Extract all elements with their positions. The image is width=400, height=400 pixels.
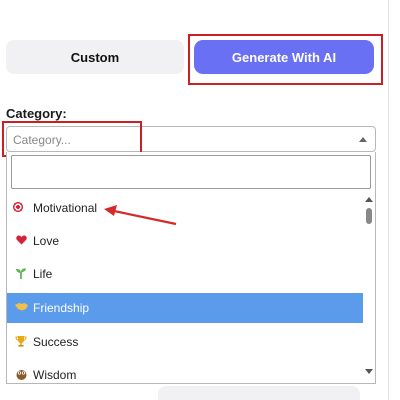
scrollbar-thumb[interactable] — [366, 208, 372, 224]
option-label: Motivational — [33, 201, 98, 215]
option-label: Success — [33, 335, 79, 349]
trophy-icon — [11, 335, 31, 350]
tab-custom[interactable]: Custom — [6, 40, 184, 74]
target-icon-glyph — [12, 201, 24, 213]
option-love[interactable]: Love — [7, 226, 363, 256]
option-label: Love — [33, 234, 60, 248]
option-label: Friendship — [33, 301, 90, 315]
option-friendship[interactable]: Friendship — [7, 293, 363, 323]
scroll-down-icon[interactable] — [365, 369, 373, 374]
option-wisdom[interactable]: Wisdom — [7, 360, 363, 383]
panel-right-border — [388, 0, 389, 400]
owl-icon — [11, 368, 31, 383]
category-dropdown: Motivational Love Life Friendship Succes… — [6, 152, 376, 384]
option-motivational[interactable]: Motivational — [7, 193, 363, 223]
scroll-up-icon[interactable] — [365, 197, 373, 202]
option-label: Life — [33, 267, 53, 281]
option-label: Wisdom — [33, 368, 77, 382]
annotation-box-ai-button — [188, 34, 383, 85]
heart-icon — [11, 235, 31, 248]
handshake-icon — [11, 302, 31, 314]
option-success[interactable]: Success — [7, 327, 363, 357]
tab-custom-label: Custom — [70, 49, 120, 65]
seedling-icon — [11, 267, 31, 282]
dropdown-scrollbar[interactable] — [363, 195, 375, 380]
caret-up-icon[interactable] — [359, 137, 367, 142]
underlying-button — [158, 386, 360, 400]
category-search-input[interactable] — [11, 155, 371, 189]
option-life[interactable]: Life — [7, 259, 363, 289]
category-label: Category: — [6, 106, 67, 121]
